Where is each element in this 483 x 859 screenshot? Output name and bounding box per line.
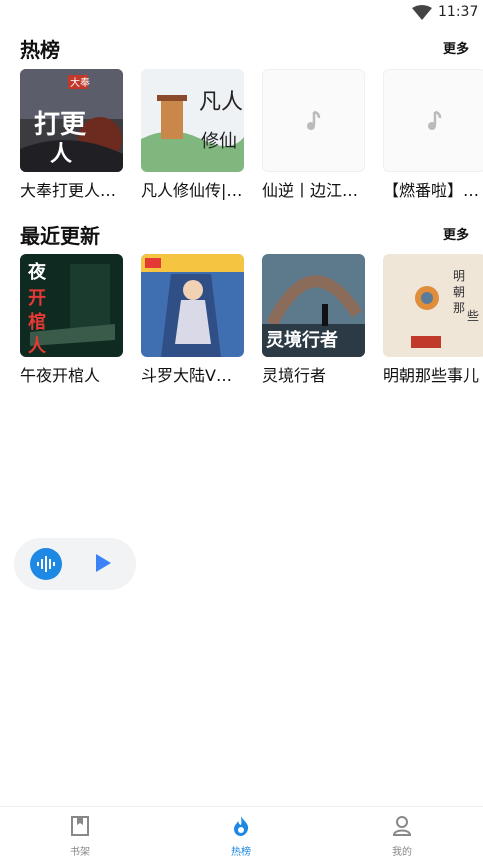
tab-bookshelf[interactable]: 书架 <box>40 807 120 859</box>
book-title: 【燃番啦】… <box>383 181 480 200</box>
svg-text:朝: 朝 <box>453 285 465 299</box>
book-title: 斗罗大陆V… <box>141 366 232 385</box>
voice-button[interactable] <box>30 548 62 580</box>
book-title: 凡人修仙传|… <box>141 181 243 200</box>
svg-text:些: 些 <box>467 309 479 323</box>
book-title: 仙逆丨边江… <box>262 181 359 200</box>
book-card[interactable]: 打更 人 大奉 大奉打更人… <box>20 69 123 201</box>
mini-player <box>14 538 136 590</box>
book-cover: 灵境行者 <box>262 254 365 357</box>
book-cover: 凡人 修仙 <box>141 69 244 172</box>
voice-waveform-icon <box>37 556 55 572</box>
recent-section-title: 最近更新 <box>20 224 100 248</box>
tab-label: 热榜 <box>231 847 251 858</box>
status-bar: 11:37 <box>0 0 483 26</box>
svg-text:人: 人 <box>50 141 72 167</box>
music-note-icon <box>427 110 441 130</box>
svg-text:灵境行者: 灵境行者 <box>266 329 338 351</box>
book-title: 灵境行者 <box>262 366 327 385</box>
svg-text:人: 人 <box>28 336 47 357</box>
flame-icon <box>234 816 249 836</box>
book-cover: 明 朝 那 些 <box>383 254 483 357</box>
book-card[interactable]: 凡人 修仙 凡人修仙传|… <box>141 69 244 201</box>
svg-text:凡人: 凡人 <box>199 90 243 115</box>
svg-text:开: 开 <box>28 288 46 309</box>
book-cover <box>141 254 244 357</box>
book-cover-placeholder <box>383 69 483 172</box>
book-cover-placeholder <box>262 69 365 172</box>
book-card[interactable]: 夜 开 棺 人 午夜开棺人 <box>20 254 123 386</box>
recent-more-link[interactable]: 更多 <box>443 224 469 243</box>
book-card[interactable]: 斗罗大陆V… <box>141 254 244 386</box>
hot-more-link[interactable]: 更多 <box>443 38 469 57</box>
recent-list: 夜 开 棺 人 午夜开棺人 斗罗大陆V… 灵境行者 灵境行者 明 朝 那 些 明… <box>20 254 483 394</box>
svg-text:修仙: 修仙 <box>201 131 237 152</box>
svg-text:大奉: 大奉 <box>70 76 90 89</box>
tab-hot[interactable]: 热榜 <box>201 807 281 859</box>
book-card[interactable]: 明 朝 那 些 明朝那些事儿 <box>383 254 483 386</box>
book-card[interactable]: 灵境行者 灵境行者 <box>262 254 365 386</box>
book-title: 大奉打更人… <box>20 181 117 200</box>
wifi-icon <box>412 5 432 20</box>
book-title: 明朝那些事儿 <box>383 366 480 385</box>
tab-label: 我的 <box>392 847 412 858</box>
music-note-icon <box>306 110 320 130</box>
tab-label: 书架 <box>70 847 90 858</box>
book-title: 午夜开棺人 <box>20 366 101 385</box>
book-cover: 打更 人 大奉 <box>20 69 123 172</box>
book-card[interactable]: 【燃番啦】… <box>383 69 483 201</box>
svg-text:明: 明 <box>453 269 465 283</box>
svg-text:打更: 打更 <box>34 110 87 140</box>
svg-text:那: 那 <box>453 301 465 315</box>
svg-text:棺: 棺 <box>28 311 46 333</box>
hot-section-title: 热榜 <box>20 38 60 62</box>
play-button[interactable] <box>94 553 112 573</box>
clock: 11:37 <box>438 4 479 20</box>
svg-text:夜: 夜 <box>27 261 47 283</box>
user-icon <box>392 816 412 836</box>
hot-list: 打更 人 大奉 大奉打更人… 凡人 修仙 凡人修仙传|… 仙逆丨边江… 【燃番啦… <box>20 69 483 209</box>
bottom-tab-bar: 书架 热榜 我的 <box>0 806 483 859</box>
book-card[interactable]: 仙逆丨边江… <box>262 69 365 201</box>
bookshelf-icon <box>71 816 89 836</box>
book-cover: 夜 开 棺 人 <box>20 254 123 357</box>
tab-mine[interactable]: 我的 <box>362 807 442 859</box>
